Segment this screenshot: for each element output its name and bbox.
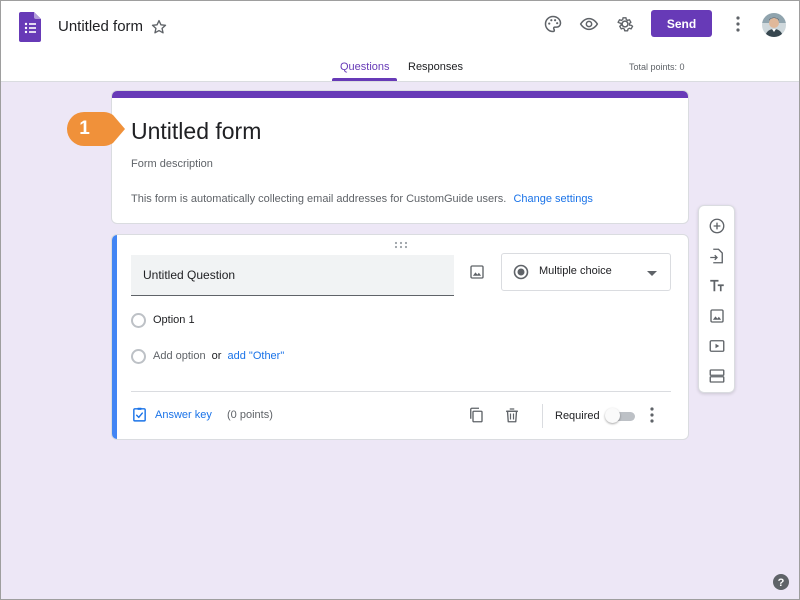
chevron-down-icon — [647, 271, 657, 276]
question-type-label: Multiple choice — [539, 265, 612, 277]
toggle-knob — [605, 408, 620, 423]
add-question-icon[interactable] — [708, 217, 726, 235]
delete-icon[interactable] — [503, 406, 521, 424]
floating-toolbar — [698, 205, 735, 393]
radio-button-icon — [513, 264, 529, 280]
star-icon[interactable] — [150, 18, 168, 36]
duplicate-icon[interactable] — [467, 406, 485, 424]
drag-handle-icon[interactable] — [394, 241, 408, 249]
callout-number: 1 — [79, 118, 90, 139]
add-option-radio — [131, 349, 146, 364]
option-1-input[interactable]: Option 1 — [153, 314, 195, 326]
total-points: Total points: 0 — [629, 62, 685, 72]
change-settings-link[interactable]: Change settings — [513, 193, 593, 205]
add-section-icon[interactable] — [708, 367, 726, 385]
email-collection-note: This form is automatically collecting em… — [131, 193, 593, 205]
help-icon[interactable]: ? — [773, 574, 789, 590]
answer-key-icon[interactable] — [131, 406, 148, 423]
footer-vertical-divider — [542, 404, 543, 428]
title-card-accent — [112, 91, 688, 98]
svg-text:?: ? — [778, 577, 785, 589]
import-questions-icon[interactable] — [708, 247, 726, 265]
form-title-card[interactable]: Untitled form Form description This form… — [111, 90, 689, 224]
add-other-link[interactable]: add "Other" — [228, 350, 285, 362]
question-more-icon[interactable] — [648, 406, 656, 424]
or-text: or — [211, 350, 222, 362]
document-title[interactable]: Untitled form — [58, 18, 143, 35]
top-header: Untitled form Send Questions Responses T… — [0, 0, 800, 82]
send-button[interactable]: Send — [651, 10, 712, 37]
question-type-dropdown[interactable]: Multiple choice — [501, 253, 671, 291]
add-video-icon[interactable] — [708, 337, 726, 355]
required-label: Required — [555, 410, 600, 422]
answer-key-link[interactable]: Answer key — [155, 409, 212, 421]
add-image-icon[interactable] — [708, 307, 726, 325]
active-tab-indicator — [332, 78, 397, 81]
add-option-button[interactable]: Add option — [153, 350, 206, 362]
settings-gear-icon[interactable] — [614, 13, 636, 35]
required-toggle[interactable] — [605, 408, 635, 423]
forms-app-icon[interactable] — [19, 12, 41, 42]
palette-icon[interactable] — [542, 13, 564, 35]
add-image-icon[interactable] — [468, 263, 486, 281]
question-title-input[interactable]: Untitled Question — [131, 255, 454, 296]
question-card[interactable]: Untitled Question Multiple choice Option… — [111, 234, 689, 440]
tab-questions[interactable]: Questions — [340, 61, 390, 73]
form-description-input[interactable]: Form description — [131, 158, 213, 170]
question-points: (0 points) — [227, 409, 273, 421]
option-1-radio — [131, 313, 146, 328]
preview-eye-icon[interactable] — [578, 13, 600, 35]
email-note-text: This form is automatically collecting em… — [131, 193, 507, 205]
more-vert-icon[interactable] — [727, 13, 749, 35]
active-question-bar — [112, 235, 117, 439]
form-title-input[interactable]: Untitled form — [131, 118, 261, 145]
tab-responses[interactable]: Responses — [408, 61, 463, 73]
avatar[interactable] — [762, 13, 786, 37]
add-title-icon[interactable] — [708, 277, 726, 295]
add-option-row: Add option or add "Other" — [153, 350, 284, 362]
question-footer-divider — [131, 391, 671, 392]
